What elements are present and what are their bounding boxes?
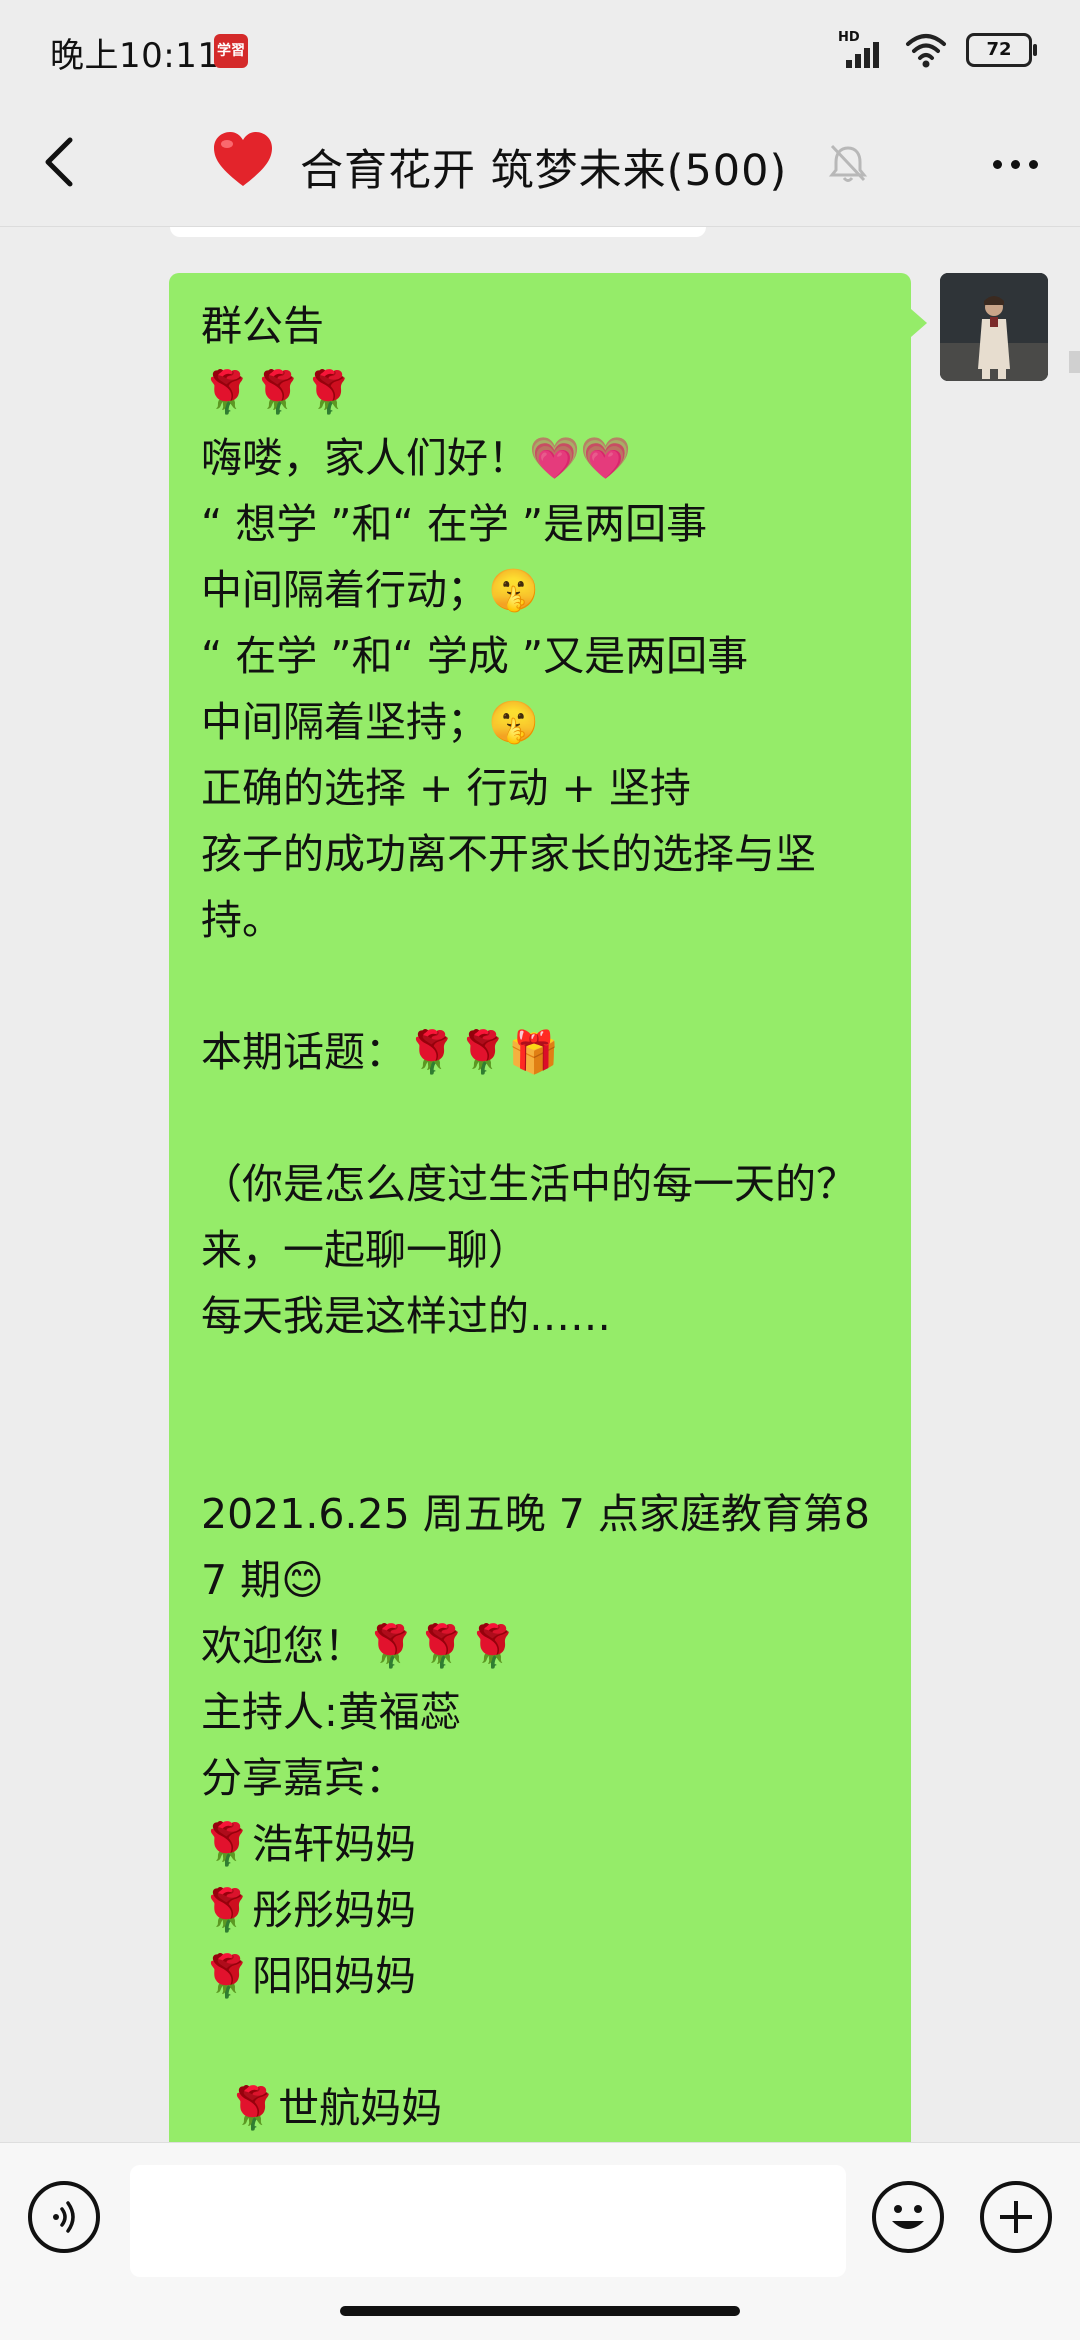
back-button[interactable]	[28, 130, 92, 194]
status-bar: 晚上10:11 学習 HD 72	[0, 0, 1080, 100]
battery-icon: 72	[966, 33, 1037, 67]
back-arrow-icon	[45, 137, 73, 187]
message-input[interactable]	[130, 2165, 846, 2277]
chat-title: 合育花开 筑梦未来(500)	[300, 146, 788, 196]
voice-icon	[53, 2201, 75, 2233]
avatar-image	[940, 273, 1048, 381]
avatar[interactable]	[940, 273, 1048, 381]
voice-button[interactable]	[28, 2181, 100, 2253]
more-icon	[992, 159, 1002, 169]
chat-messages[interactable]: 群公告 🌹🌹🌹 嗨喽，家人们好！💗💗 “ 想学 ”和“ 在学 ”是两回事 中间隔…	[0, 227, 1080, 2142]
previous-message-bubble[interactable]	[170, 227, 706, 237]
message-bubble[interactable]: 群公告 🌹🌹🌹 嗨喽，家人们好！💗💗 “ 想学 ”和“ 在学 ”是两回事 中间隔…	[169, 273, 927, 2142]
emoji-icon	[892, 2205, 924, 2229]
signal-icon: HD	[838, 30, 888, 70]
plus-button[interactable]	[980, 2181, 1052, 2253]
emoji-button[interactable]	[872, 2181, 944, 2253]
battery-level: 72	[986, 39, 1012, 60]
scroll-indicator	[1069, 351, 1080, 373]
more-button[interactable]	[980, 134, 1050, 194]
wifi-icon	[906, 34, 946, 68]
message-text: 群公告 🌹🌹🌹 嗨喽，家人们好！💗💗 “ 想学 ”和“ 在学 ”是两回事 中间隔…	[201, 302, 870, 2132]
home-indicator[interactable]	[340, 2306, 740, 2316]
status-time: 晚上10:11	[50, 36, 220, 76]
app-notification-icon: 学習	[214, 34, 248, 68]
title-bar: 合育花开 筑梦未来(500)	[0, 100, 1080, 227]
chat-screen: 晚上10:11 学習 HD 72 合育花开 筑梦未来(500) 群公告 🌹🌹🌹 …	[0, 0, 1080, 2340]
heart-icon	[214, 132, 272, 186]
status-icons: HD 72	[838, 30, 1037, 70]
mute-bell-icon	[828, 144, 868, 182]
